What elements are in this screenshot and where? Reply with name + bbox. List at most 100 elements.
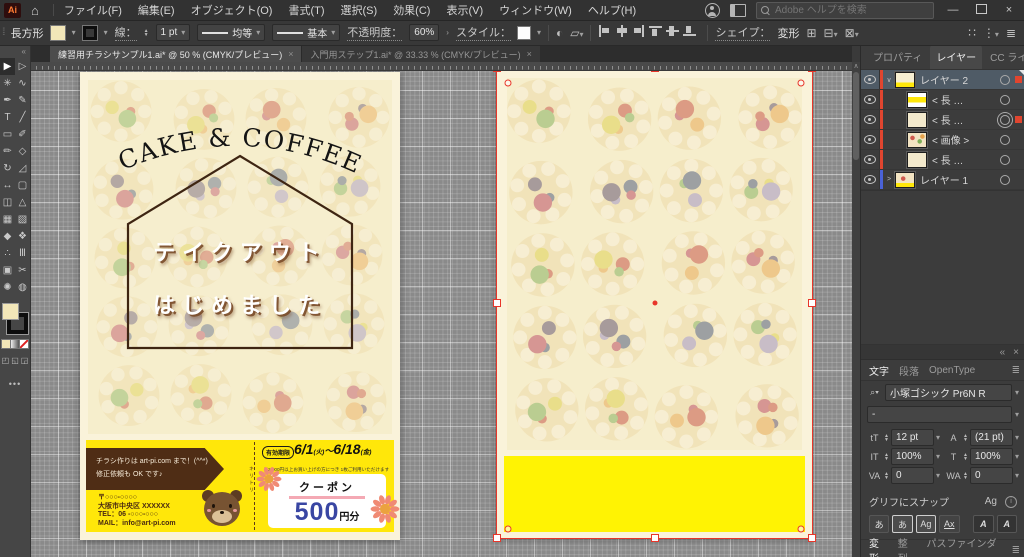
info-icon[interactable]: i: [1005, 496, 1017, 508]
anchor-point[interactable]: [798, 80, 805, 87]
align-left-icon[interactable]: [598, 25, 611, 37]
chevron-down-icon[interactable]: ▾: [1015, 452, 1019, 461]
selection-tool-icon[interactable]: ▶: [0, 58, 15, 75]
layer-name[interactable]: < 長 …: [932, 152, 1000, 167]
chevron-down-icon[interactable]: ▾: [72, 28, 76, 37]
shaper-tool-icon[interactable]: ✏: [0, 143, 15, 160]
align-bottom-icon[interactable]: [683, 25, 696, 37]
font-size-field[interactable]: 12 pt: [891, 429, 934, 446]
panel-menu-icon[interactable]: ≣: [1006, 26, 1016, 40]
chevron-down-icon[interactable]: ▾: [936, 452, 940, 461]
color-mode-icon[interactable]: [2, 340, 10, 348]
perspective-grid-tool-icon[interactable]: △: [15, 194, 30, 211]
align-center-h-icon[interactable]: [615, 25, 628, 37]
tab-close-icon[interactable]: ×: [527, 49, 532, 59]
target-icon[interactable]: [1000, 75, 1010, 85]
menu-item-3[interactable]: 書式(T): [288, 2, 324, 18]
variable-width-profile[interactable]: 均等▾: [197, 24, 265, 41]
layer-row[interactable]: ∨レイヤー 2: [861, 70, 1024, 90]
vertical-scrollbar[interactable]: ∧: [852, 62, 860, 557]
horizontal-scale-field[interactable]: 100%: [970, 448, 1013, 465]
snap-option-0[interactable]: あ: [869, 515, 889, 533]
menu-item-2[interactable]: オブジェクト(O): [191, 2, 273, 18]
snap-option-2[interactable]: Ag: [916, 515, 936, 533]
layer-thumbnail[interactable]: [895, 72, 915, 88]
layer-name[interactable]: < 長 …: [932, 92, 1000, 107]
curvature-tool-icon[interactable]: ✎: [15, 92, 30, 109]
target-icon[interactable]: [1000, 155, 1010, 165]
align-middle-v-icon[interactable]: [666, 25, 679, 37]
layer-thumbnail[interactable]: [907, 152, 927, 168]
visibility-eye-icon[interactable]: [861, 90, 880, 109]
chevron-down-icon[interactable]: ▾: [1015, 471, 1019, 480]
layer-name[interactable]: レイヤー 1: [920, 172, 1000, 187]
hand-tool-icon[interactable]: ✺: [0, 279, 15, 296]
draw-behind-icon[interactable]: ◱: [11, 356, 19, 365]
document-tab-0[interactable]: 練習用チラシサンプル1.ai* @ 50 % (CMYK/プレビュー)×: [50, 46, 301, 62]
zoom-tool-icon[interactable]: ◍: [15, 279, 30, 296]
snap-option-5[interactable]: A: [997, 515, 1017, 533]
artboard-right[interactable]: [497, 68, 812, 538]
recolor-artwork-icon[interactable]: ◐: [556, 26, 563, 40]
font-search-icon[interactable]: ⌕▾: [867, 387, 882, 398]
rotate-tool-icon[interactable]: ↻: [0, 160, 15, 177]
menu-item-7[interactable]: ウィンドウ(W): [499, 2, 572, 18]
expand-icon[interactable]: ∨: [883, 76, 895, 84]
layer-row[interactable]: >レイヤー 1: [861, 170, 1024, 190]
center-point[interactable]: [652, 301, 657, 306]
opacity-field[interactable]: 60%: [409, 24, 439, 41]
visibility-eye-icon[interactable]: [861, 70, 880, 89]
snap-option-1[interactable]: あ: [892, 515, 912, 533]
layer-row[interactable]: < 長 …: [861, 150, 1024, 170]
anchor-point[interactable]: [505, 80, 512, 87]
artboard-tool-icon[interactable]: ▣: [0, 262, 15, 279]
free-transform-tool-icon[interactable]: ▢: [15, 177, 30, 194]
character-tab-character[interactable]: 文字: [869, 363, 889, 378]
close-panel-icon[interactable]: ×: [1013, 347, 1019, 358]
home-icon[interactable]: ⌂: [31, 3, 39, 18]
panel-menu-icon[interactable]: ≣: [1012, 365, 1020, 376]
transform-tab-align[interactable]: 整列: [898, 535, 917, 557]
kerning-field[interactable]: 0: [891, 467, 934, 484]
mesh-tool-icon[interactable]: ▦: [0, 211, 15, 228]
isolate-icon[interactable]: ⊟▾: [824, 26, 838, 40]
panel-menu-icon[interactable]: ≣: [1012, 545, 1020, 556]
width-tool-icon[interactable]: ↔: [0, 177, 15, 194]
snap-option-3[interactable]: Ax: [939, 515, 959, 533]
collapse-tools-icon[interactable]: «: [0, 45, 30, 58]
chevron-down-icon[interactable]: ▾: [104, 28, 108, 37]
anchor-point[interactable]: [798, 526, 805, 533]
lasso-tool-icon[interactable]: ∿: [15, 75, 30, 92]
dock-tab-libraries[interactable]: CC ライブラリ: [984, 45, 1024, 69]
pen-tool-icon[interactable]: ✒: [0, 92, 15, 109]
dock-tab-properties[interactable]: プロパティ: [867, 45, 928, 69]
draw-normal-icon[interactable]: ◰: [2, 356, 10, 365]
stroke-link[interactable]: 線：: [115, 24, 137, 41]
menu-item-4[interactable]: 選択(S): [341, 2, 378, 18]
chevron-down-icon[interactable]: ▾: [1015, 410, 1019, 419]
column-graph-tool-icon[interactable]: Ⅲ: [15, 245, 30, 262]
style-link[interactable]: スタイル：: [456, 24, 511, 41]
symbol-sprayer-tool-icon[interactable]: ∴: [0, 245, 15, 262]
tab-close-icon[interactable]: ×: [288, 49, 293, 59]
selection-handle[interactable]: [651, 534, 659, 542]
help-search[interactable]: [756, 2, 934, 19]
scroll-up-icon[interactable]: ∧: [852, 62, 860, 70]
target-icon[interactable]: [1000, 175, 1010, 185]
layer-thumbnail[interactable]: [895, 172, 915, 188]
target-icon[interactable]: [1000, 135, 1010, 145]
gradient-mode-icon[interactable]: [11, 340, 19, 348]
selection-handle[interactable]: [493, 299, 501, 307]
menu-item-6[interactable]: 表示(V): [446, 2, 483, 18]
stroke-color-swatch[interactable]: [83, 26, 97, 40]
chevron-down-icon[interactable]: ▾: [537, 28, 541, 37]
character-tab-paragraph[interactable]: 段落: [899, 363, 919, 378]
paintbrush-tool-icon[interactable]: ✐: [15, 126, 30, 143]
app-logo-icon[interactable]: Ai: [4, 3, 21, 18]
visibility-eye-icon[interactable]: [861, 170, 880, 189]
style-swatch[interactable]: [518, 27, 530, 39]
type-tool-icon[interactable]: T: [0, 109, 15, 126]
selection-handle[interactable]: [808, 299, 816, 307]
menu-item-8[interactable]: ヘルプ(H): [588, 2, 636, 18]
workspace-icon[interactable]: [730, 4, 746, 17]
